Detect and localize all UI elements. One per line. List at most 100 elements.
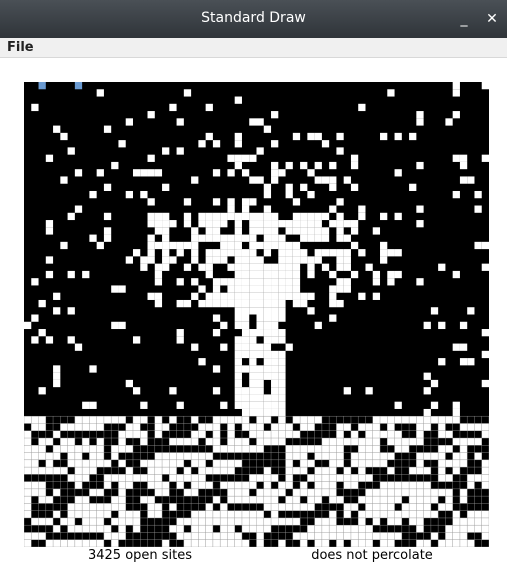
open-site [31, 423, 39, 431]
open-site [474, 525, 482, 533]
open-site [380, 249, 388, 257]
open-site [212, 430, 221, 439]
open-site [372, 292, 381, 300]
open-site [343, 220, 351, 228]
open-site [191, 532, 199, 540]
full-site [74, 82, 83, 90]
open-site [125, 517, 133, 526]
open-site [467, 438, 475, 446]
open-site [241, 169, 250, 177]
open-site [343, 510, 351, 518]
open-site [140, 416, 148, 424]
open-site [278, 220, 286, 228]
open-site [249, 154, 257, 162]
open-site [53, 510, 61, 518]
open-site [365, 503, 373, 511]
open-site [241, 394, 250, 402]
open-site [372, 459, 381, 468]
open-site [278, 285, 286, 293]
open-site [74, 445, 83, 453]
open-site [89, 423, 97, 431]
open-site [220, 212, 228, 221]
open-site [147, 467, 155, 475]
open-site [154, 416, 163, 424]
menu-file[interactable]: File [7, 40, 34, 55]
open-site [241, 387, 250, 395]
close-button[interactable]: ✕ [482, 9, 502, 29]
open-site [358, 539, 366, 547]
open-site [329, 438, 337, 446]
open-site [459, 517, 468, 526]
open-site [256, 532, 264, 540]
open-site [191, 452, 199, 460]
open-site [241, 408, 250, 417]
open-site [24, 496, 32, 504]
open-site [140, 459, 148, 468]
open-site [38, 329, 46, 337]
open-site [74, 452, 83, 460]
open-site [132, 510, 141, 518]
open-site [438, 423, 446, 431]
minimize-button[interactable]: _ [454, 9, 474, 29]
open-site [372, 517, 381, 526]
open-site [409, 132, 417, 141]
open-site [321, 176, 330, 184]
open-site [271, 241, 279, 250]
open-site [300, 183, 308, 191]
open-site [372, 227, 381, 235]
open-site [452, 89, 460, 97]
open-site [125, 379, 133, 388]
open-site [249, 445, 257, 453]
open-site [74, 481, 83, 489]
open-site [249, 307, 257, 315]
open-site [220, 445, 228, 453]
open-site [118, 496, 126, 504]
open-site [220, 517, 228, 526]
open-site [212, 140, 221, 148]
open-site [118, 438, 126, 446]
open-site [394, 481, 402, 489]
open-site [292, 488, 301, 497]
open-site [314, 132, 322, 141]
drawing-canvas: 3425 open sites does not percolate [0, 58, 507, 571]
open-site [343, 438, 351, 446]
open-site [89, 445, 97, 453]
open-site [234, 154, 242, 162]
open-site [285, 452, 293, 460]
open-site [292, 132, 301, 141]
open-site [271, 503, 279, 511]
open-site [234, 292, 242, 300]
open-site [67, 459, 75, 468]
open-site [249, 249, 257, 257]
open-site [67, 517, 75, 526]
open-site [256, 314, 264, 322]
open-site [321, 140, 330, 148]
open-site [365, 510, 373, 518]
open-site [358, 525, 366, 533]
open-site [191, 234, 199, 242]
open-site [234, 140, 242, 148]
open-site [249, 198, 257, 206]
open-site [307, 270, 315, 279]
open-site [67, 474, 75, 482]
open-site [329, 488, 337, 497]
open-site [249, 270, 257, 279]
open-site [212, 249, 221, 257]
open-site [459, 488, 468, 497]
open-site [263, 416, 272, 424]
open-site [467, 474, 475, 482]
open-site [271, 488, 279, 497]
open-site [263, 430, 272, 439]
open-site [162, 452, 170, 460]
open-site [205, 270, 213, 279]
open-site [89, 365, 97, 373]
title-bar[interactable]: Standard Draw _ ✕ [0, 0, 507, 38]
open-site [132, 416, 141, 424]
open-site [67, 438, 75, 446]
open-site [350, 474, 359, 482]
open-site [205, 532, 213, 540]
open-site [118, 416, 126, 424]
open-site [118, 285, 126, 293]
open-site [394, 532, 402, 540]
open-site [183, 532, 192, 540]
